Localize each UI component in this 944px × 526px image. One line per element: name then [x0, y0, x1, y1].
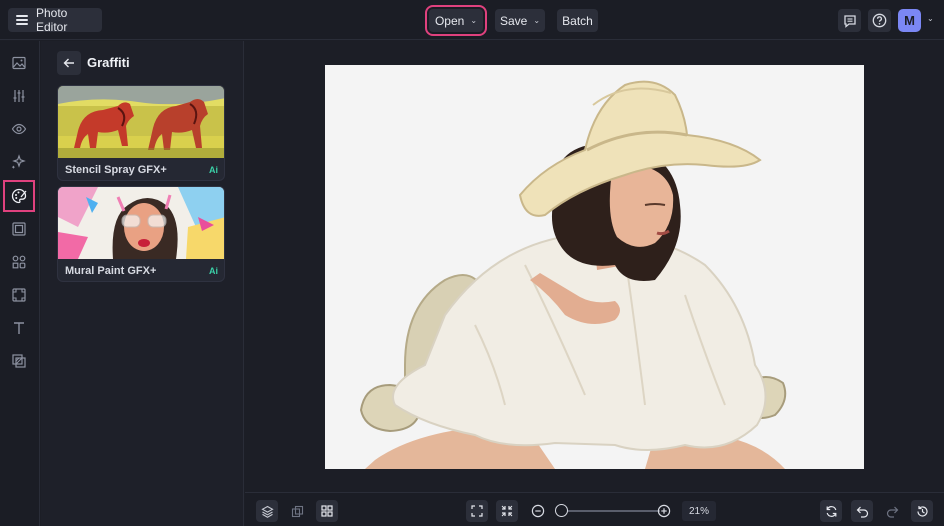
redo-button[interactable] — [881, 500, 903, 522]
undo-icon — [856, 506, 868, 518]
help-icon — [872, 13, 887, 28]
zoom-slider-handle[interactable] — [555, 504, 568, 517]
nav-overlays[interactable] — [4, 346, 34, 376]
comment-icon — [843, 14, 856, 28]
zoom-slider-track[interactable] — [560, 510, 660, 512]
photo-canvas[interactable] — [325, 65, 864, 469]
ai-badge: Ai — [209, 165, 218, 175]
canvas-area — [245, 41, 944, 492]
adjust-sliders-icon — [13, 90, 25, 102]
save-button[interactable]: Save ⌄ — [495, 9, 545, 32]
actual-size-button[interactable] — [496, 500, 518, 522]
layers-button[interactable] — [256, 500, 278, 522]
effect-label: Stencil Spray GFX+ — [65, 164, 167, 176]
image-icon — [12, 56, 26, 70]
nav-textures[interactable] — [4, 280, 34, 310]
text-icon — [14, 322, 24, 334]
compare-icon — [291, 505, 303, 517]
nav-effects[interactable] — [4, 147, 34, 177]
sparkle-effects-icon — [11, 154, 26, 169]
portrait-photo — [325, 65, 864, 469]
back-button[interactable] — [57, 51, 81, 75]
palette-artsy-icon — [11, 188, 27, 204]
zoom-out-icon — [531, 504, 545, 518]
expand-icon — [471, 505, 483, 517]
rotate-button[interactable] — [820, 500, 842, 522]
compare-button[interactable] — [286, 500, 308, 522]
zoom-level[interactable]: 21% — [682, 501, 716, 521]
undo-button[interactable] — [851, 500, 873, 522]
panel-title: Graffiti — [87, 55, 130, 70]
open-label: Open — [434, 13, 465, 28]
nav-image[interactable] — [4, 48, 34, 78]
effect-card-stencil-spray[interactable]: Stencil Spray GFX+ Ai — [57, 85, 225, 181]
avatar-initial: M — [904, 13, 915, 28]
frame-icon — [12, 222, 26, 236]
shapes-icon — [12, 255, 26, 269]
grid-view-button[interactable] — [316, 500, 338, 522]
zoom-in-icon — [657, 504, 671, 518]
mural-paint-thumbnail — [58, 187, 224, 259]
nav-artsy[interactable] — [3, 180, 35, 212]
ai-badge: Ai — [209, 266, 218, 276]
overlay-icon — [12, 354, 26, 368]
collapse-icon — [501, 505, 513, 517]
arrow-left-icon — [63, 58, 74, 68]
help-button[interactable] — [868, 9, 891, 32]
main-menu-button[interactable]: Photo Editor — [8, 6, 102, 34]
chevron-down-icon[interactable]: ⌄ — [927, 14, 934, 23]
zoom-in-button[interactable] — [653, 500, 675, 522]
effect-card-mural-paint[interactable]: Mural Paint GFX+ Ai — [57, 186, 225, 282]
grid-icon — [321, 505, 333, 517]
stencil-spray-thumbnail — [58, 86, 224, 158]
batch-label: Batch — [562, 13, 593, 28]
app-title: Photo Editor — [36, 6, 68, 34]
texture-icon — [12, 288, 26, 302]
eye-icon — [11, 123, 27, 135]
nav-touchup[interactable] — [4, 114, 34, 144]
history-button[interactable] — [911, 500, 933, 522]
left-nav — [0, 41, 40, 526]
layers-icon — [260, 505, 274, 518]
bottom-bar: 21% — [245, 492, 944, 526]
redo-icon — [886, 506, 898, 518]
batch-button[interactable]: Batch — [557, 9, 598, 32]
top-bar: Photo Editor Open ⌄ Save ⌄ Batch M ⌄ — [0, 0, 944, 40]
nav-text[interactable] — [4, 313, 34, 343]
zoom-out-button[interactable] — [527, 500, 549, 522]
open-button[interactable]: Open ⌄ — [425, 5, 487, 36]
chevron-down-icon: ⌄ — [533, 16, 541, 25]
hamburger-icon — [16, 15, 28, 25]
effect-label: Mural Paint GFX+ — [65, 265, 157, 277]
save-label: Save — [499, 13, 528, 28]
history-icon — [916, 505, 928, 517]
avatar[interactable]: M — [898, 9, 921, 32]
refresh-icon — [826, 505, 836, 517]
nav-adjust[interactable] — [4, 81, 34, 111]
chevron-down-icon: ⌄ — [470, 16, 478, 25]
fit-screen-button[interactable] — [466, 500, 488, 522]
feedback-button[interactable] — [838, 9, 861, 32]
nav-graphics[interactable] — [4, 247, 34, 277]
nav-frames[interactable] — [4, 214, 34, 244]
effects-panel: Graffiti Stencil Spray GFX+ Ai Mural Pai… — [41, 41, 244, 526]
